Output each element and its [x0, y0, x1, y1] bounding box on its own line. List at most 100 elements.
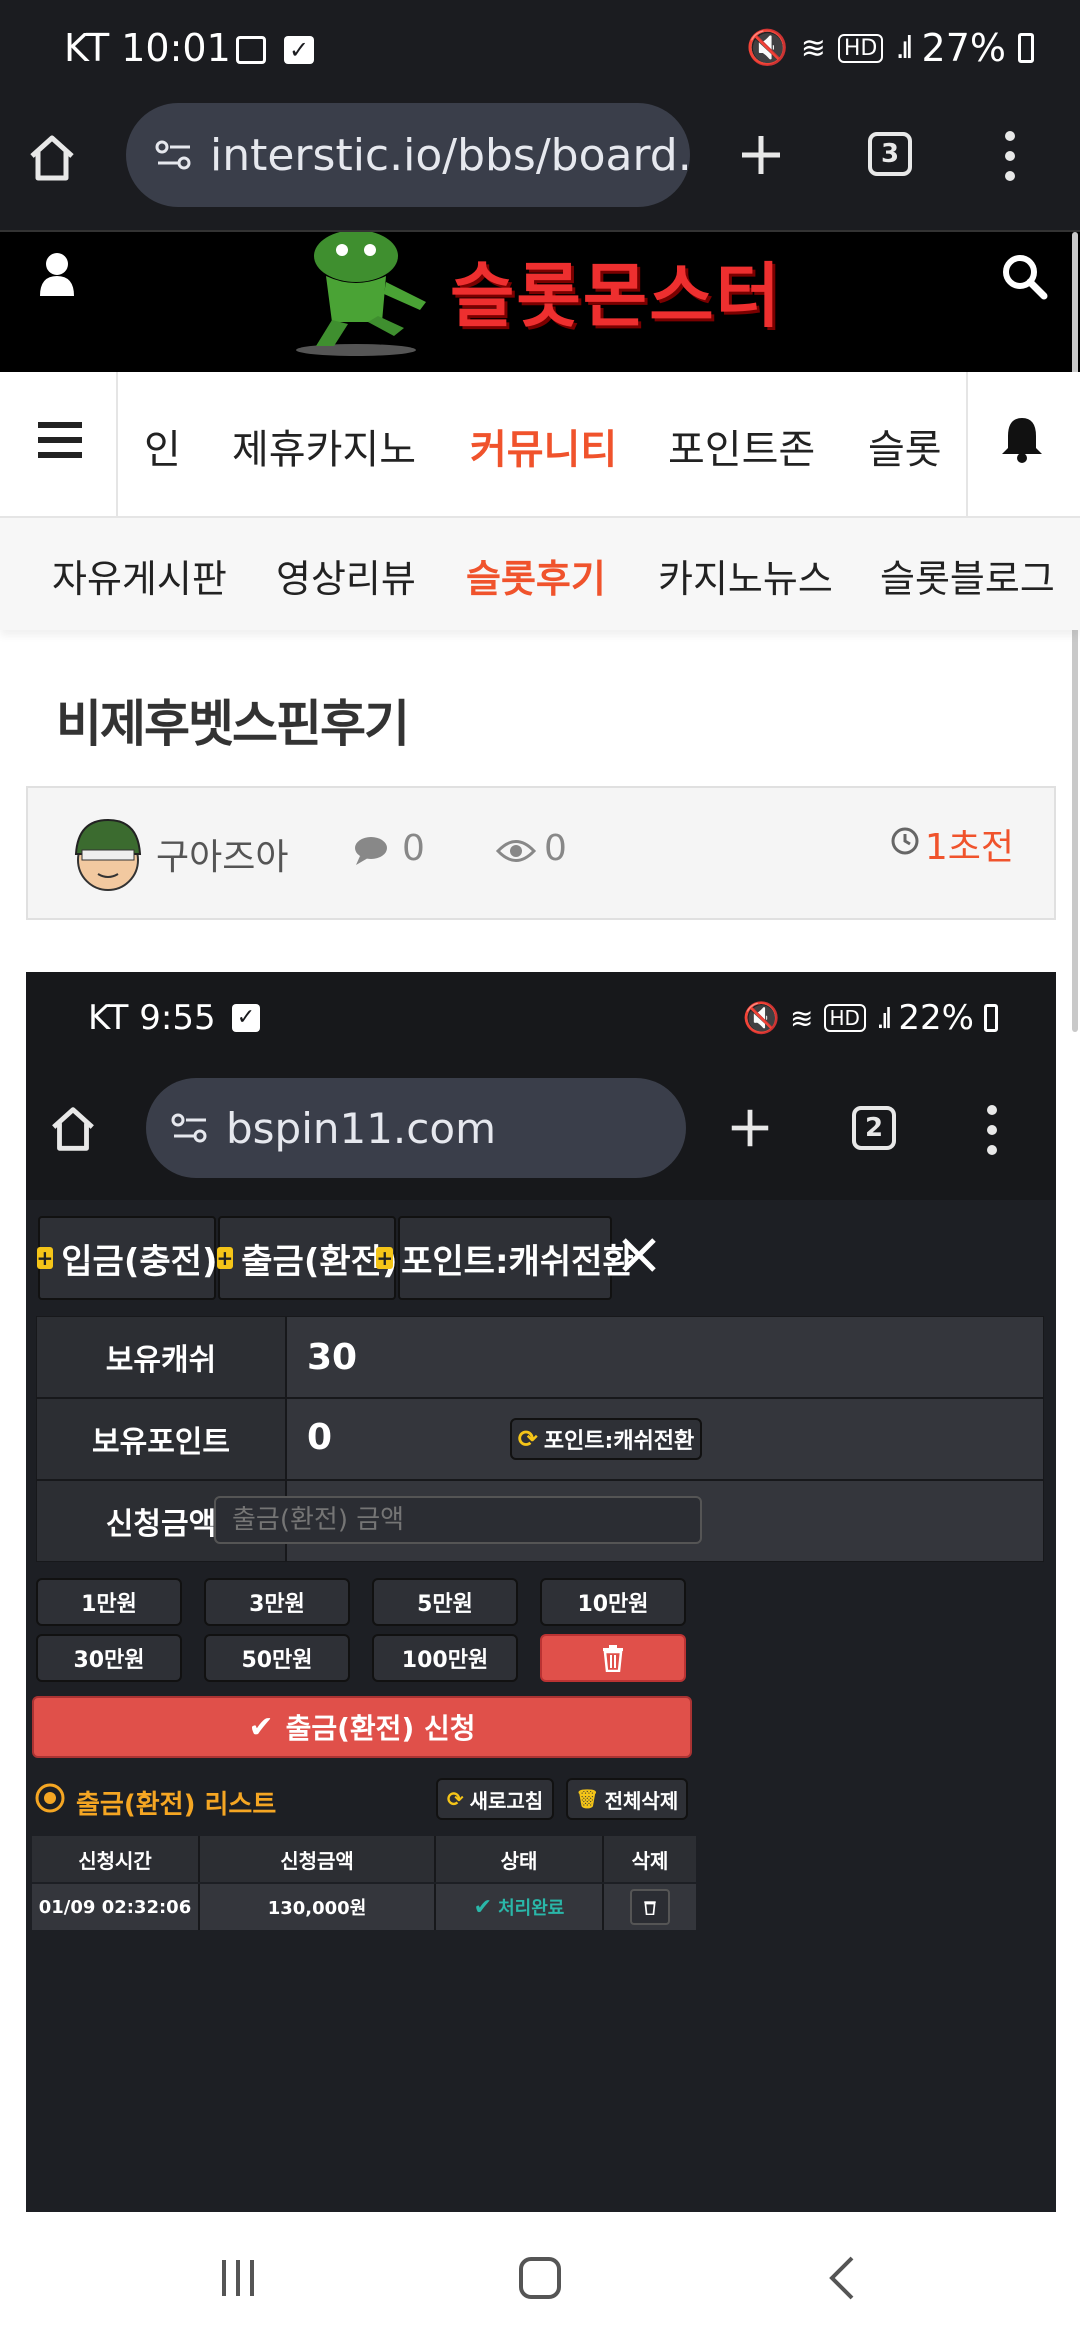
- more-menu-icon: [987, 1105, 997, 1155]
- delete-all-label: 전체삭제: [604, 1788, 679, 1813]
- home-icon[interactable]: [24, 130, 80, 186]
- battery-icon: [984, 1004, 998, 1032]
- close-icon[interactable]: [620, 1236, 658, 1274]
- nav-item-slot[interactable]: 슬롯: [868, 417, 942, 475]
- table-row-delete-cell: [604, 1884, 696, 1930]
- monster-logo-icon[interactable]: [286, 232, 446, 356]
- main-nav: 인 제휴카지노 커뮤니티 포인트존 슬롯: [0, 372, 1080, 518]
- subnav-free-board[interactable]: 자유게시판: [52, 548, 227, 603]
- signal-icon: .ıl: [895, 30, 913, 66]
- subnav-casino-news[interactable]: 카지노뉴스: [658, 548, 833, 603]
- hd-icon: HD: [823, 1004, 866, 1032]
- refresh-label: 새로고침: [469, 1788, 544, 1813]
- amount-button-30000[interactable]: 3만원: [204, 1578, 350, 1626]
- table-header-time: 신청시간: [32, 1836, 200, 1882]
- table-header-delete: 삭제: [604, 1836, 696, 1882]
- page-scrollbar[interactable]: [1072, 232, 1078, 1032]
- refresh-icon: ⟳: [517, 1425, 538, 1453]
- nav-item-community[interactable]: 커뮤니티: [470, 417, 617, 475]
- clear-amount-button[interactable]: [540, 1634, 686, 1682]
- amount-button-50000[interactable]: 5만원: [372, 1578, 518, 1626]
- nav-item-partial[interactable]: 인: [144, 417, 181, 475]
- clock-icon: [891, 827, 919, 855]
- point-value: 0: [307, 1417, 333, 1458]
- recent-apps-icon[interactable]: [216, 2256, 260, 2300]
- refresh-icon: ⟳: [446, 1787, 464, 1811]
- tab-deposit[interactable]: + 입금(충전): [36, 1216, 217, 1300]
- withdraw-table: 신청시간 신청금액 상태 삭제 01/09 02:32:06 130,000원 …: [32, 1836, 696, 1986]
- plus-icon: +: [36, 1246, 54, 1270]
- tab-withdraw[interactable]: + 출금(환전): [216, 1216, 398, 1300]
- subnav-slot-blog[interactable]: 슬롯블로그: [880, 548, 1055, 603]
- post-meta: 구아즈아 0 0 1초전: [26, 786, 1056, 920]
- url-text: interstic.io/bbs/board.: [210, 129, 690, 181]
- tab-switcher-button[interactable]: 3: [868, 132, 912, 176]
- refresh-button[interactable]: ⟳ 새로고침: [436, 1778, 554, 1820]
- tab-withdraw-label: 출금(환전): [241, 1241, 398, 1282]
- subnav-video-review[interactable]: 영상리뷰: [276, 548, 416, 603]
- table-row-status-cell: ✔ 처리완료: [436, 1884, 604, 1930]
- nav-divider: [966, 372, 968, 518]
- sub-nav: 자유게시판 영상리뷰 슬롯후기 카지노뉴스 슬롯블로그: [0, 518, 1080, 630]
- post-title: 비제후벳스핀후기: [56, 695, 410, 753]
- browser-toolbar: interstic.io/bbs/board. 3: [0, 100, 1080, 230]
- cash-value: 30: [307, 1337, 358, 1378]
- battery-percent: 27%: [921, 26, 1006, 70]
- nav-item-partner-casino[interactable]: 제휴카지노: [232, 417, 416, 475]
- avatar: [74, 818, 142, 891]
- embedded-url-bar: bspin11.com: [146, 1078, 686, 1178]
- table-header-amount: 신청금액: [200, 1836, 436, 1882]
- table-row-status: 처리완료: [498, 1898, 565, 1919]
- list-header: 출금(환전) 리스트 ⟳ 새로고침 🗑 전체삭제: [26, 1770, 706, 1828]
- signal-icon: .ıl: [875, 1001, 893, 1035]
- amount-button-1000000[interactable]: 100만원: [372, 1634, 518, 1682]
- tab-point-convert-label: 포인트:캐쉬전환: [401, 1241, 634, 1282]
- amount-button-100000[interactable]: 10만원: [540, 1578, 686, 1626]
- eye-icon: [496, 840, 536, 862]
- site-header: 슬롯몬스터: [0, 230, 1080, 372]
- nav-item-point-zone[interactable]: 포인트존: [668, 417, 815, 475]
- radio-dot-icon: [35, 1783, 65, 1813]
- amount-button-10000[interactable]: 1만원: [36, 1578, 182, 1626]
- withdraw-submit-button[interactable]: ✔ 출금(환전) 신청: [32, 1696, 692, 1758]
- point-convert-button-label: 포인트:캐쉬전환: [543, 1429, 695, 1454]
- amount-button-300000[interactable]: 30만원: [36, 1634, 182, 1682]
- point-convert-button[interactable]: ⟳ 포인트:캐쉬전환: [510, 1418, 702, 1460]
- list-title: 출금(환전) 리스트: [76, 1790, 277, 1820]
- embedded-battery-percent: 22%: [898, 998, 974, 1038]
- embedded-status-bar: KT 9:55 ✓ 🔇 ≋ HD .ıl 22%: [26, 972, 1056, 1068]
- mute-icon: 🔇: [742, 1000, 781, 1036]
- comment-count: 0: [402, 828, 425, 869]
- wifi-icon: ≋: [790, 1001, 814, 1035]
- cash-value-row: 30: [286, 1316, 1044, 1398]
- bell-icon[interactable]: [1000, 414, 1044, 464]
- post-author[interactable]: 구아즈아: [156, 828, 288, 880]
- comment-icon: [355, 837, 387, 865]
- home-button-icon[interactable]: [518, 2256, 562, 2300]
- embedded-tab-switcher: 2: [852, 1106, 896, 1150]
- embedded-url-text: bspin11.com: [226, 1103, 496, 1153]
- system-nav-bar: [0, 2212, 1080, 2340]
- row-delete-button[interactable]: [630, 1889, 670, 1925]
- view-count: 0: [544, 828, 567, 869]
- tab-point-convert[interactable]: + 포인트:캐쉬전환: [376, 1216, 634, 1300]
- user-icon[interactable]: [38, 252, 76, 298]
- embedded-browser-toolbar: bspin11.com 2: [26, 1068, 1056, 1200]
- cash-panel: + 입금(충전) + 출금(환전) + 포인트:캐쉬전환 보유캐쉬 30 보유포…: [26, 1200, 1056, 2212]
- amount-button-500000[interactable]: 50만원: [204, 1634, 350, 1682]
- site-settings-icon[interactable]: [154, 135, 194, 175]
- new-tab-icon[interactable]: [736, 130, 786, 180]
- search-icon[interactable]: [1000, 252, 1048, 300]
- subnav-slot-review[interactable]: 슬롯후기: [466, 548, 606, 603]
- site-logo-text[interactable]: 슬롯몬스터: [450, 240, 782, 341]
- delete-all-button[interactable]: 🗑 전체삭제: [566, 1778, 688, 1820]
- request-amount-input[interactable]: [214, 1496, 702, 1544]
- url-bar[interactable]: interstic.io/bbs/board.: [126, 103, 690, 207]
- table-header-status: 상태: [436, 1836, 604, 1882]
- cash-label: 보유캐쉬: [36, 1316, 286, 1398]
- hamburger-menu-icon[interactable]: [38, 420, 82, 460]
- table-row-amount: 130,000원: [200, 1884, 436, 1930]
- check-icon: ✔: [473, 1894, 493, 1920]
- more-menu-icon[interactable]: [1000, 126, 1020, 186]
- back-icon[interactable]: [826, 2254, 858, 2302]
